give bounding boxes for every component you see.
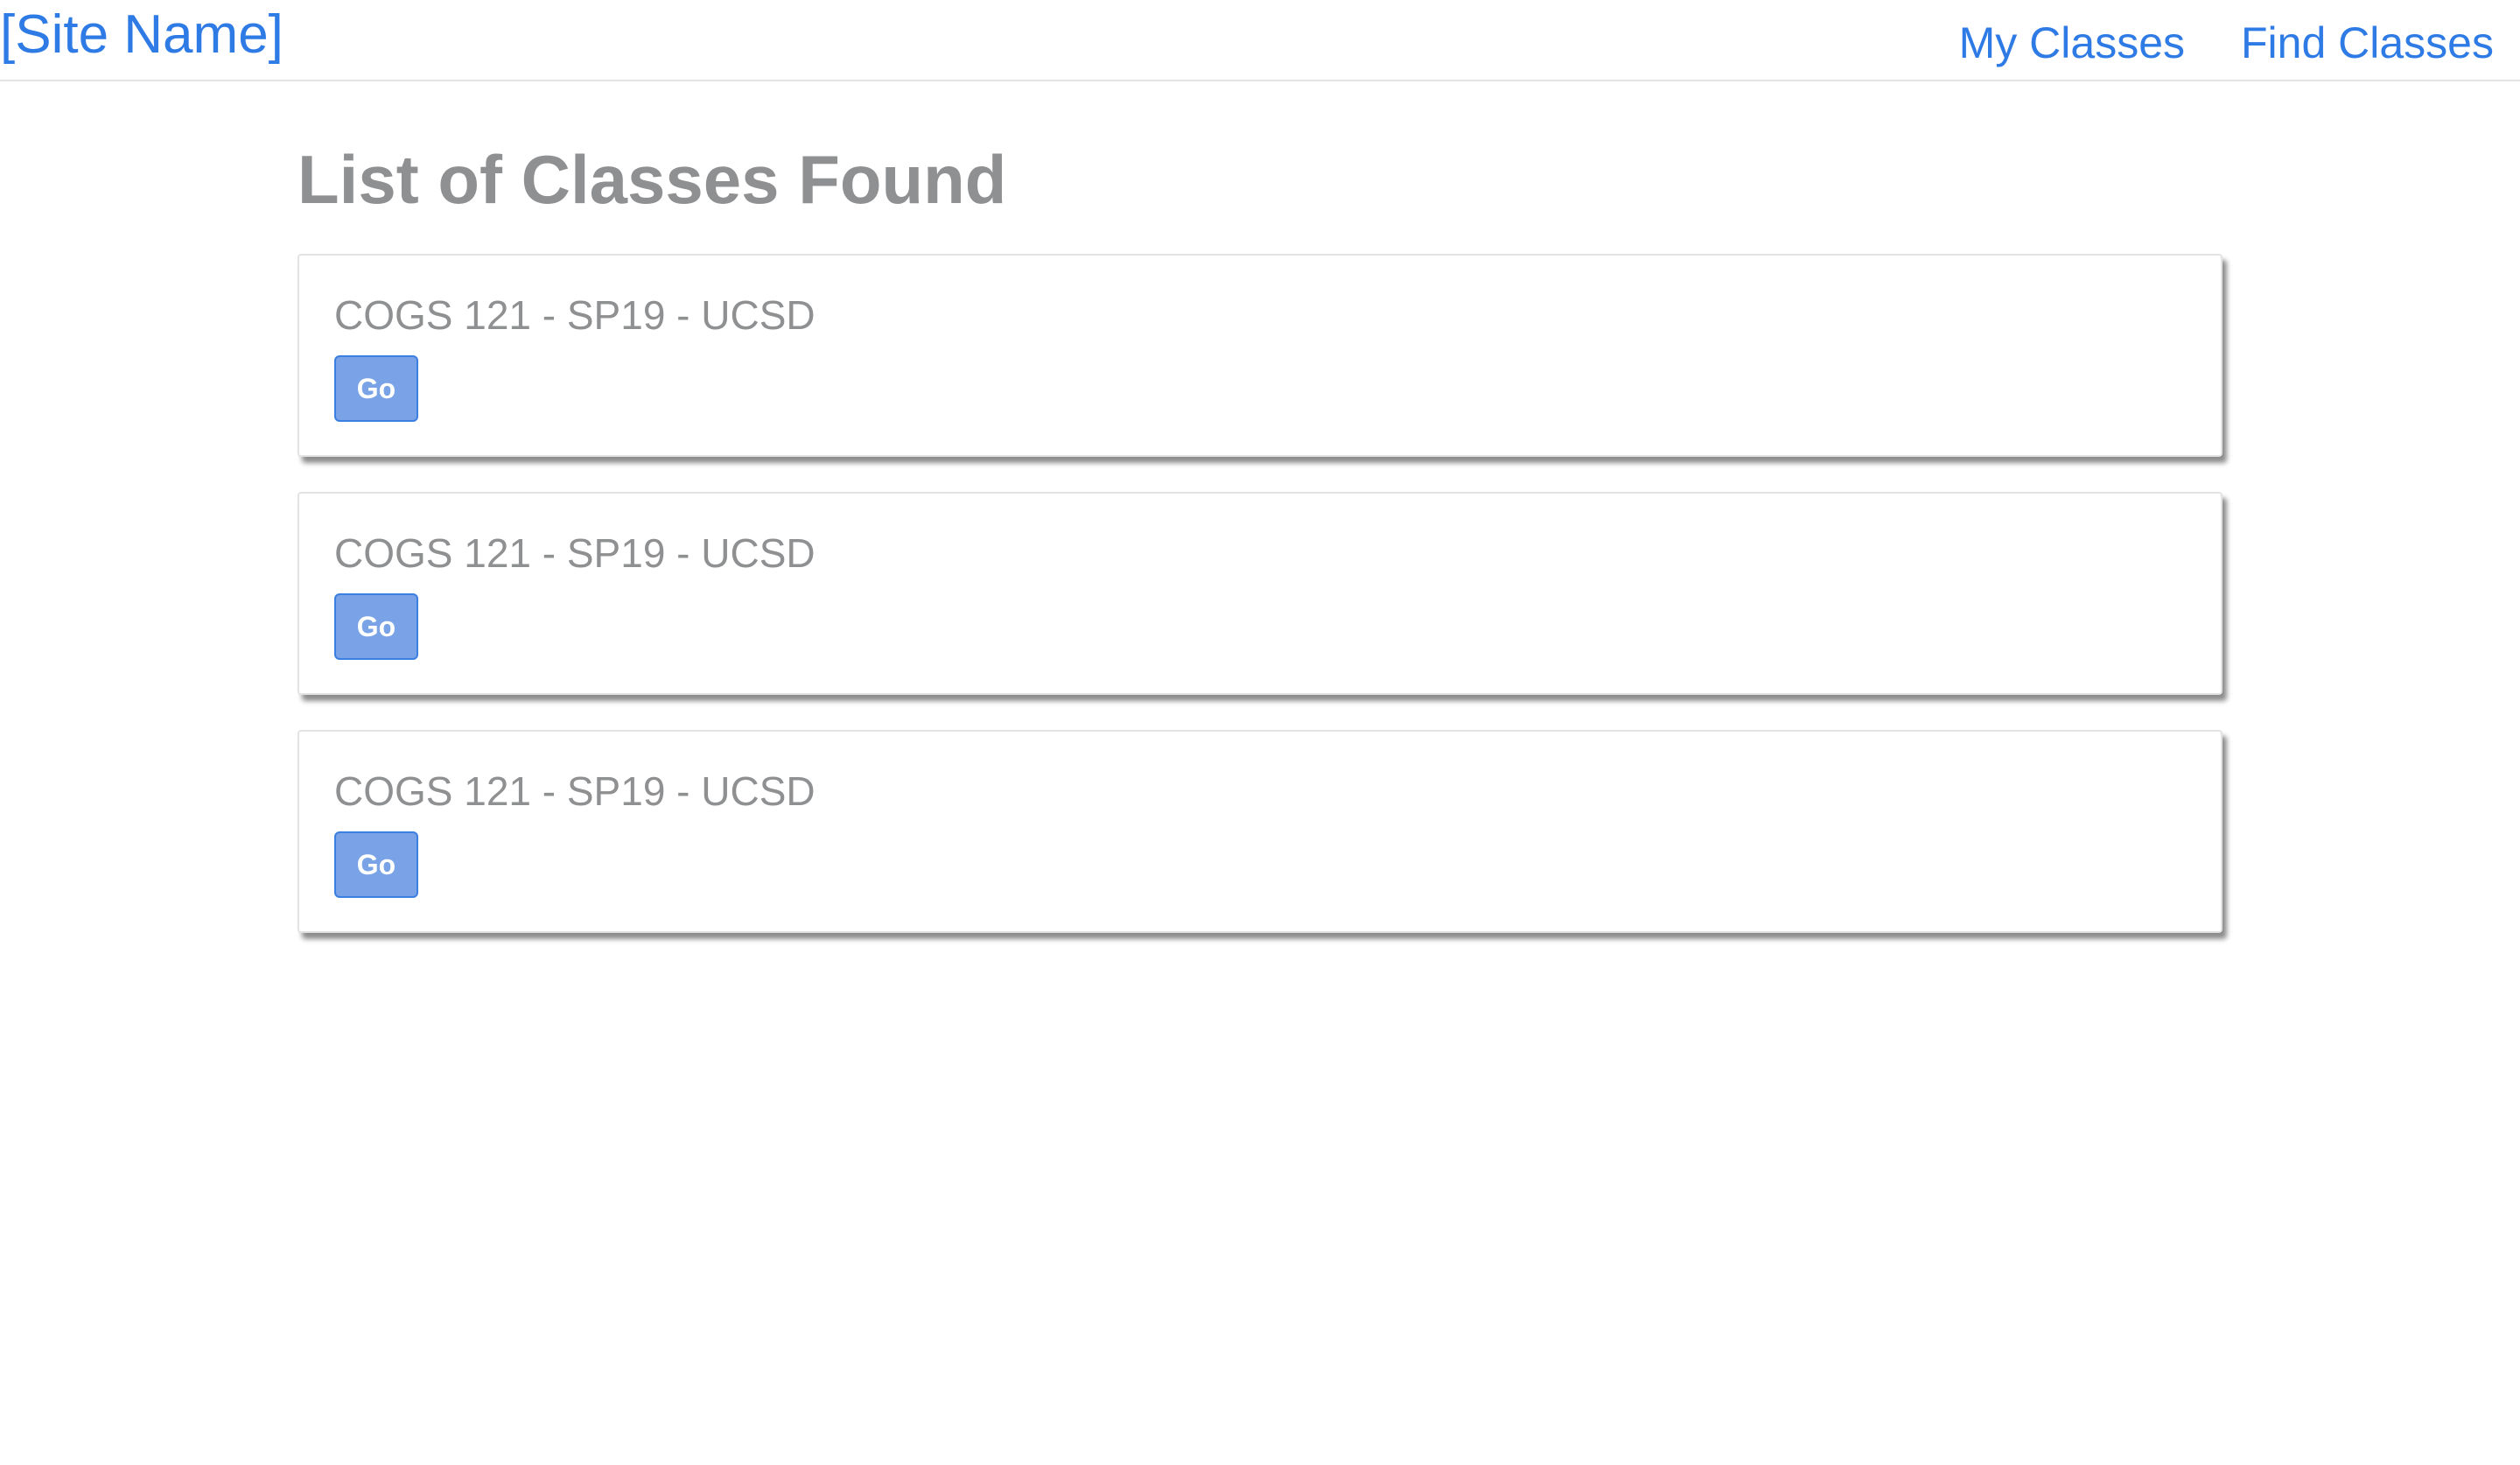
class-list: COGS 121 - SP19 - UCSD Go COGS 121 - SP1… bbox=[298, 254, 2222, 968]
nav-my-classes-link[interactable]: My Classes bbox=[1959, 12, 2185, 74]
class-card: COGS 121 - SP19 - UCSD Go bbox=[298, 730, 2222, 933]
nav-find-classes-link[interactable]: Find Classes bbox=[2241, 12, 2494, 74]
nav-links: My Classes Find Classes bbox=[1959, 12, 2494, 74]
class-name: COGS 121 - SP19 - UCSD bbox=[334, 530, 816, 576]
class-name: COGS 121 - SP19 - UCSD bbox=[334, 292, 816, 338]
go-button[interactable]: Go bbox=[334, 831, 418, 898]
class-card: COGS 121 - SP19 - UCSD Go bbox=[298, 492, 2222, 695]
class-card: COGS 121 - SP19 - UCSD Go bbox=[298, 254, 2222, 457]
go-button[interactable]: Go bbox=[334, 593, 418, 660]
site-name-link[interactable]: [Site Name] bbox=[0, 2, 284, 68]
navbar: [Site Name] My Classes Find Classes bbox=[0, 0, 2520, 81]
class-name: COGS 121 - SP19 - UCSD bbox=[334, 768, 816, 814]
page-title: List of Classes Found bbox=[298, 141, 1007, 218]
go-button[interactable]: Go bbox=[334, 355, 418, 422]
